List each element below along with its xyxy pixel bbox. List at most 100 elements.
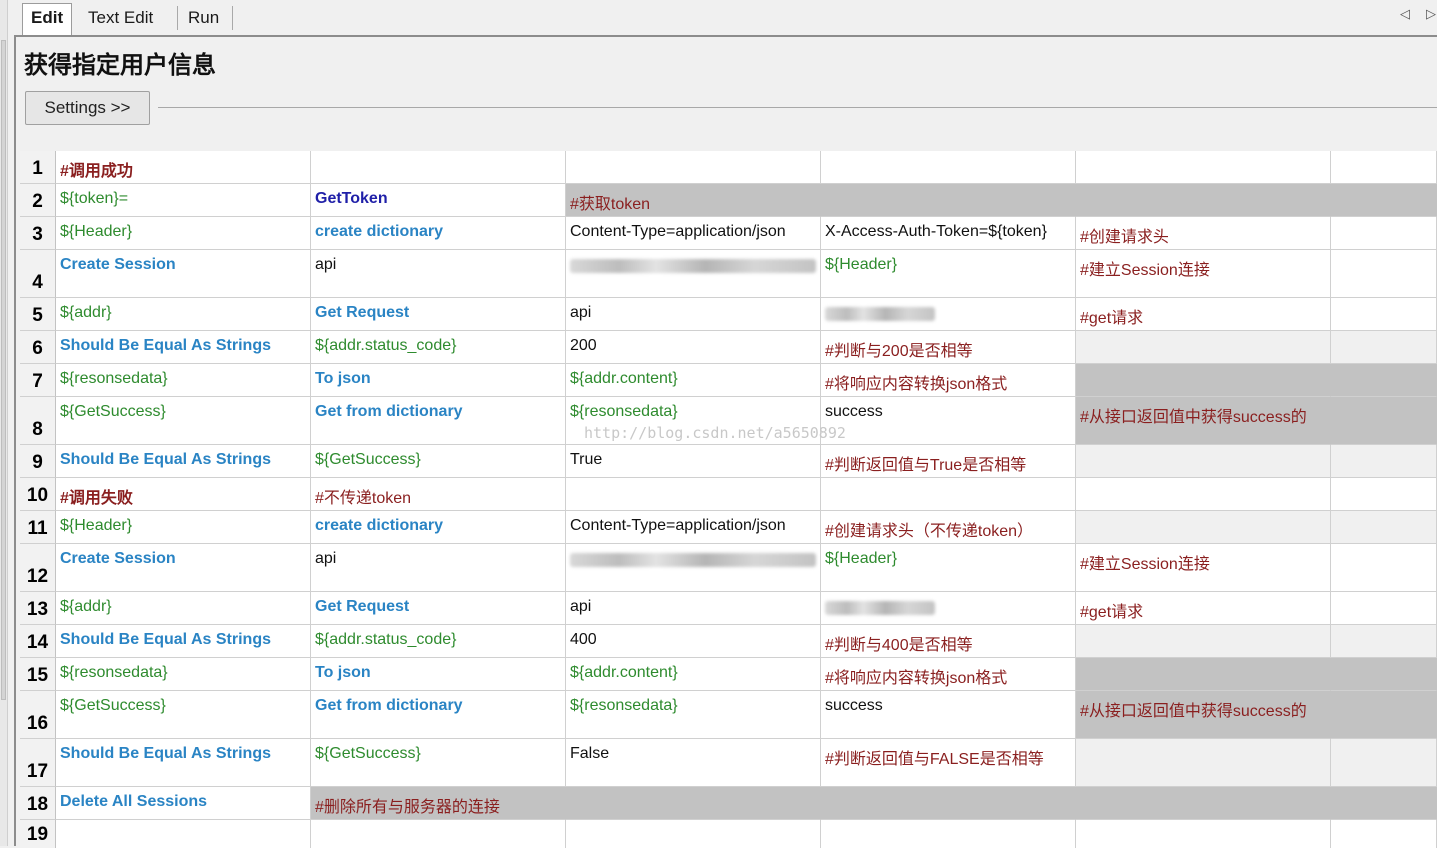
table-cell[interactable]: [56, 820, 311, 848]
table-cell[interactable]: [1076, 151, 1331, 184]
table-cell[interactable]: #从接口返回值中获得success的: [1076, 397, 1331, 445]
table-cell[interactable]: Get Request: [311, 298, 566, 331]
table-cell[interactable]: [1331, 397, 1437, 445]
table-cell[interactable]: #创建请求头（不传递token）: [821, 511, 1076, 544]
row-number[interactable]: 16: [20, 691, 56, 739]
row-number[interactable]: 15: [20, 658, 56, 691]
table-cell[interactable]: #不传递token: [311, 478, 566, 511]
table-cell[interactable]: [821, 820, 1076, 848]
table-cell[interactable]: [1331, 151, 1437, 184]
table-cell[interactable]: [821, 151, 1076, 184]
table-cell[interactable]: [821, 298, 1076, 331]
table-cell[interactable]: Delete All Sessions: [56, 787, 311, 820]
chevron-left-icon[interactable]: ◁: [1400, 7, 1410, 22]
table-cell[interactable]: api: [566, 592, 821, 625]
table-cell[interactable]: [1331, 217, 1437, 250]
table-cell[interactable]: #将响应内容转换json格式: [821, 364, 1076, 397]
table-cell[interactable]: #判断与200是否相等: [821, 331, 1076, 364]
table-cell[interactable]: [1076, 478, 1331, 511]
table-cell[interactable]: Get from dictionary: [311, 691, 566, 739]
left-scrollbar[interactable]: [0, 0, 8, 846]
table-cell[interactable]: success: [821, 691, 1076, 739]
table-cell[interactable]: #获取token: [566, 184, 821, 217]
row-number[interactable]: 19: [20, 820, 56, 848]
table-cell[interactable]: False: [566, 739, 821, 787]
table-cell[interactable]: [1331, 787, 1437, 820]
table-cell[interactable]: #从接口返回值中获得success的: [1076, 691, 1331, 739]
table-cell[interactable]: [1331, 511, 1437, 544]
table-cell[interactable]: [311, 820, 566, 848]
table-cell[interactable]: [1331, 739, 1437, 787]
table-cell[interactable]: api: [311, 544, 566, 592]
row-number[interactable]: 9: [20, 445, 56, 478]
row-number[interactable]: 7: [20, 364, 56, 397]
table-cell[interactable]: #建立Session连接: [1076, 250, 1331, 298]
table-cell[interactable]: ${resonsedata}: [56, 364, 311, 397]
row-number[interactable]: 10: [20, 478, 56, 511]
table-cell[interactable]: Create Session: [56, 250, 311, 298]
table-cell[interactable]: 200: [566, 331, 821, 364]
chevron-right-icon[interactable]: ▷: [1426, 7, 1436, 22]
table-cell[interactable]: [1331, 478, 1437, 511]
table-cell[interactable]: [1331, 250, 1437, 298]
table-cell[interactable]: Should Be Equal As Strings: [56, 625, 311, 658]
tab-edit[interactable]: Edit: [22, 3, 73, 36]
table-cell[interactable]: ${addr.content}: [566, 658, 821, 691]
table-cell[interactable]: [1331, 331, 1437, 364]
row-number[interactable]: 4: [20, 250, 56, 298]
table-cell[interactable]: #get请求: [1076, 592, 1331, 625]
table-cell[interactable]: [1331, 544, 1437, 592]
table-cell[interactable]: [1076, 184, 1331, 217]
table-cell[interactable]: Get from dictionary: [311, 397, 566, 445]
row-number[interactable]: 17: [20, 739, 56, 787]
table-cell[interactable]: ${GetSuccess}: [56, 397, 311, 445]
table-cell[interactable]: [566, 478, 821, 511]
table-cell[interactable]: [1331, 658, 1437, 691]
table-cell[interactable]: api: [566, 298, 821, 331]
table-cell[interactable]: #创建请求头: [1076, 217, 1331, 250]
table-cell[interactable]: Content-Type=application/json: [566, 217, 821, 250]
table-cell[interactable]: X-Access-Auth-Token=${token}: [821, 217, 1076, 250]
table-cell[interactable]: [566, 250, 821, 298]
table-cell[interactable]: ${resonsedata}: [566, 397, 821, 445]
table-cell[interactable]: #判断返回值与True是否相等: [821, 445, 1076, 478]
table-cell[interactable]: create dictionary: [311, 511, 566, 544]
table-cell[interactable]: [311, 151, 566, 184]
table-cell[interactable]: [1076, 331, 1331, 364]
table-cell[interactable]: #将响应内容转换json格式: [821, 658, 1076, 691]
tab-run[interactable]: Run: [180, 4, 227, 34]
table-cell[interactable]: [1331, 820, 1437, 848]
table-cell[interactable]: 400: [566, 625, 821, 658]
table-cell[interactable]: ${addr.content}: [566, 364, 821, 397]
table-cell[interactable]: #判断与400是否相等: [821, 625, 1076, 658]
table-cell[interactable]: create dictionary: [311, 217, 566, 250]
table-cell[interactable]: [1331, 445, 1437, 478]
row-number[interactable]: 18: [20, 787, 56, 820]
table-cell[interactable]: ${resonsedata}: [566, 691, 821, 739]
table-cell[interactable]: [1076, 445, 1331, 478]
table-cell[interactable]: [566, 544, 821, 592]
table-cell[interactable]: To json: [311, 364, 566, 397]
table-cell[interactable]: ${addr.status_code}: [311, 331, 566, 364]
table-cell[interactable]: [1076, 787, 1331, 820]
table-cell[interactable]: [566, 820, 821, 848]
table-cell[interactable]: Should Be Equal As Strings: [56, 331, 311, 364]
table-cell[interactable]: Should Be Equal As Strings: [56, 445, 311, 478]
row-number[interactable]: 1: [20, 151, 56, 184]
table-cell[interactable]: #调用成功: [56, 151, 311, 184]
row-number[interactable]: 2: [20, 184, 56, 217]
table-cell[interactable]: ${Header}: [821, 250, 1076, 298]
left-scrollbar-thumb[interactable]: [1, 40, 6, 700]
table-cell[interactable]: [821, 592, 1076, 625]
table-cell[interactable]: [1331, 625, 1437, 658]
table-cell[interactable]: #建立Session连接: [1076, 544, 1331, 592]
table-cell[interactable]: [566, 151, 821, 184]
row-number[interactable]: 6: [20, 331, 56, 364]
tab-text-edit[interactable]: Text Edit: [80, 4, 161, 34]
table-cell[interactable]: [566, 787, 821, 820]
table-cell[interactable]: ${Header}: [56, 217, 311, 250]
row-number[interactable]: 11: [20, 511, 56, 544]
table-cell[interactable]: #判断返回值与FALSE是否相等: [821, 739, 1076, 787]
table-cell[interactable]: ${addr.status_code}: [311, 625, 566, 658]
table-cell[interactable]: ${addr}: [56, 592, 311, 625]
